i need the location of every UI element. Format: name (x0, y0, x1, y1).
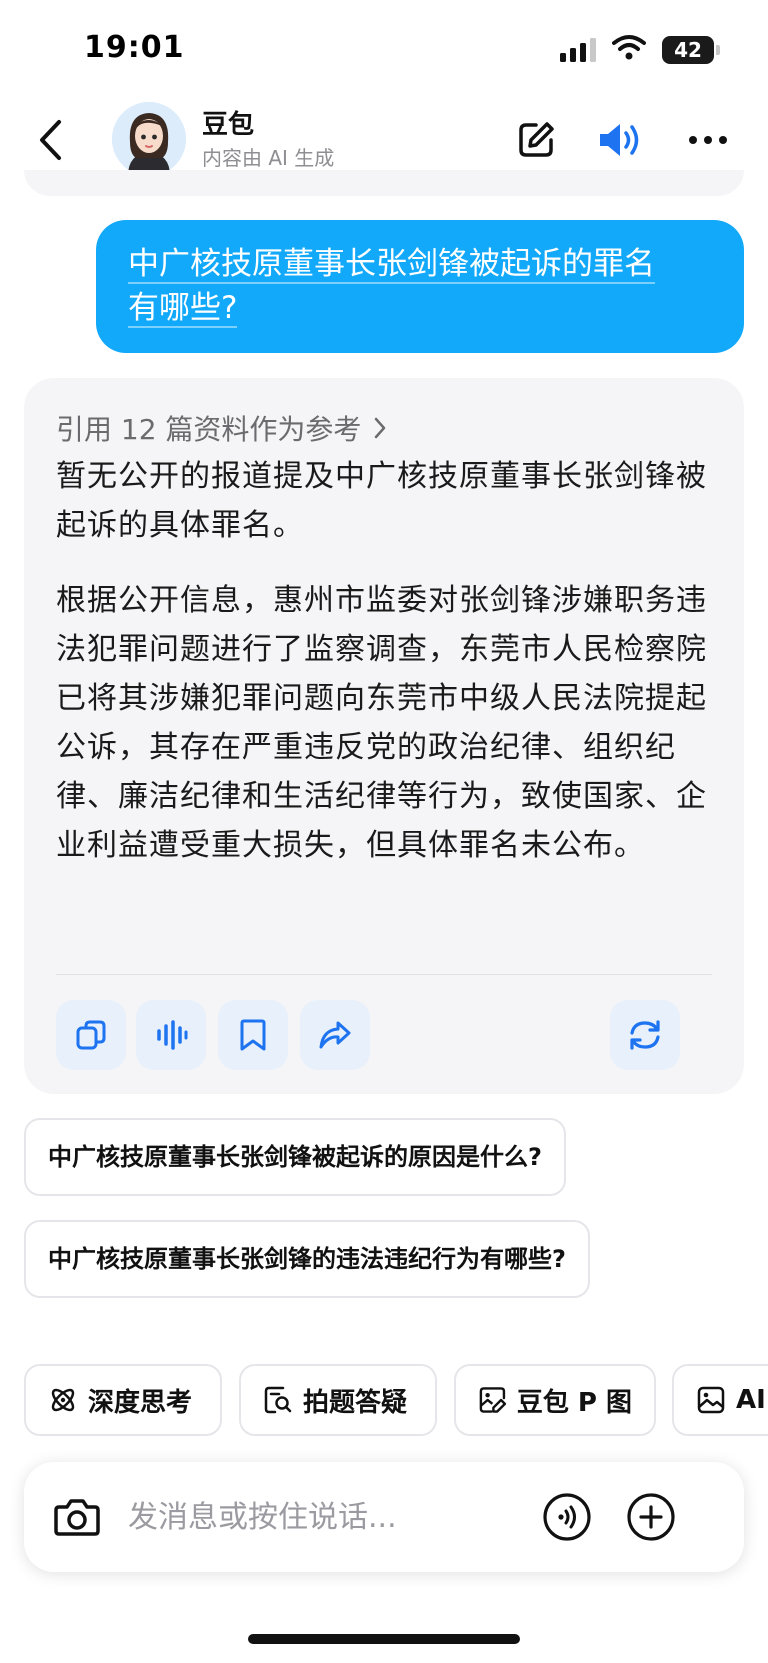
voice-call-button[interactable] (540, 1490, 594, 1544)
divider (56, 974, 712, 975)
more-dots-icon (689, 136, 727, 144)
share-arrow-icon (319, 1021, 351, 1049)
chip-ai-image[interactable]: AI (672, 1364, 768, 1436)
refresh-icon (630, 1020, 660, 1050)
user-message-text-2: 有哪些? (128, 290, 238, 328)
battery-tip (716, 45, 720, 55)
user-message-bubble[interactable]: 中广核技原董事长张剑锋被起诉的罪名 有哪些? (96, 220, 744, 353)
new-chat-button[interactable] (508, 112, 564, 168)
status-bar: 19:01 42 (0, 0, 768, 96)
chevron-right-icon (375, 417, 386, 439)
ai-generated-notice: 内容由 AI 生成 (202, 146, 335, 170)
chip-label: 深度思考 (88, 1387, 193, 1418)
chip-image-edit[interactable]: 豆包 P 图 (454, 1364, 656, 1436)
bot-name: 豆包 (202, 110, 255, 140)
plus-circle-icon (627, 1493, 675, 1541)
bookmark-button[interactable] (218, 1000, 288, 1070)
regenerate-button[interactable] (610, 1000, 680, 1070)
references-link[interactable]: 引用 12 篇资料作为参考 (56, 408, 387, 448)
chip-label: 豆包 P 图 (516, 1387, 632, 1418)
battery-indicator: 42 (662, 36, 714, 64)
camera-button[interactable] (50, 1490, 104, 1544)
ai-answer-card: 引用 12 篇资料作为参考 暂无公开的报道提及中广核技原董事长张剑锋被起诉的具体… (24, 378, 744, 1094)
more-options-button[interactable] (680, 112, 736, 168)
answer-paragraph: 暂无公开的报道提及中广核技原董事长张剑锋被起诉的具体罪名。 (56, 459, 707, 543)
chevron-left-icon (40, 120, 61, 160)
message-input[interactable] (128, 1492, 528, 1542)
references-label: 引用 12 篇资料作为参考 (56, 413, 362, 446)
add-attachment-button[interactable] (624, 1490, 678, 1544)
image-icon (697, 1386, 725, 1414)
user-message-line: 中广核技原董事长张剑锋被起诉的罪名 (128, 242, 712, 286)
image-edit-icon (479, 1387, 507, 1413)
camera-icon (54, 1499, 100, 1536)
wifi-icon (612, 35, 646, 60)
back-button[interactable] (30, 112, 70, 168)
atom-icon (51, 1388, 75, 1412)
suggested-question[interactable]: 中广核技原董事长张剑锋被起诉的原因是什么? (24, 1118, 566, 1196)
user-message-text-1: 中广核技原董事长张剑锋被起诉的罪名 (128, 246, 655, 284)
bookmark-icon (240, 1019, 266, 1051)
read-aloud-button[interactable] (136, 1000, 206, 1070)
status-time: 19:01 (84, 30, 185, 65)
voice-playback-button[interactable] (592, 112, 648, 168)
bot-avatar[interactable] (112, 102, 186, 176)
speaker-icon (600, 124, 639, 156)
home-indicator (248, 1634, 520, 1644)
chip-label: AI (736, 1385, 766, 1415)
share-button[interactable] (300, 1000, 370, 1070)
voice-wave-icon (543, 1493, 591, 1541)
cellular-signal-icon (560, 38, 596, 62)
edit-icon (519, 122, 554, 157)
avatar-face-icon (112, 102, 186, 176)
user-message-line: 有哪些? (128, 286, 712, 330)
chip-label: 拍题答疑 (303, 1387, 408, 1418)
copy-icon (76, 1020, 106, 1050)
chip-photo-solve[interactable]: 拍题答疑 (239, 1364, 437, 1436)
waveform-icon (157, 1020, 188, 1050)
message-input-bar (24, 1462, 744, 1572)
answer-paragraph: 根据公开信息，惠州市监委对张剑锋涉嫌职务违法犯罪问题进行了监察调查，东莞市人民检… (56, 583, 707, 863)
photo-search-icon (264, 1386, 292, 1414)
suggested-question[interactable]: 中广核技原董事长张剑锋的违法违纪行为有哪些? (24, 1220, 590, 1298)
previous-message-card (24, 170, 744, 196)
copy-button[interactable] (56, 1000, 126, 1070)
chip-deep-thinking[interactable]: 深度思考 (24, 1364, 222, 1436)
